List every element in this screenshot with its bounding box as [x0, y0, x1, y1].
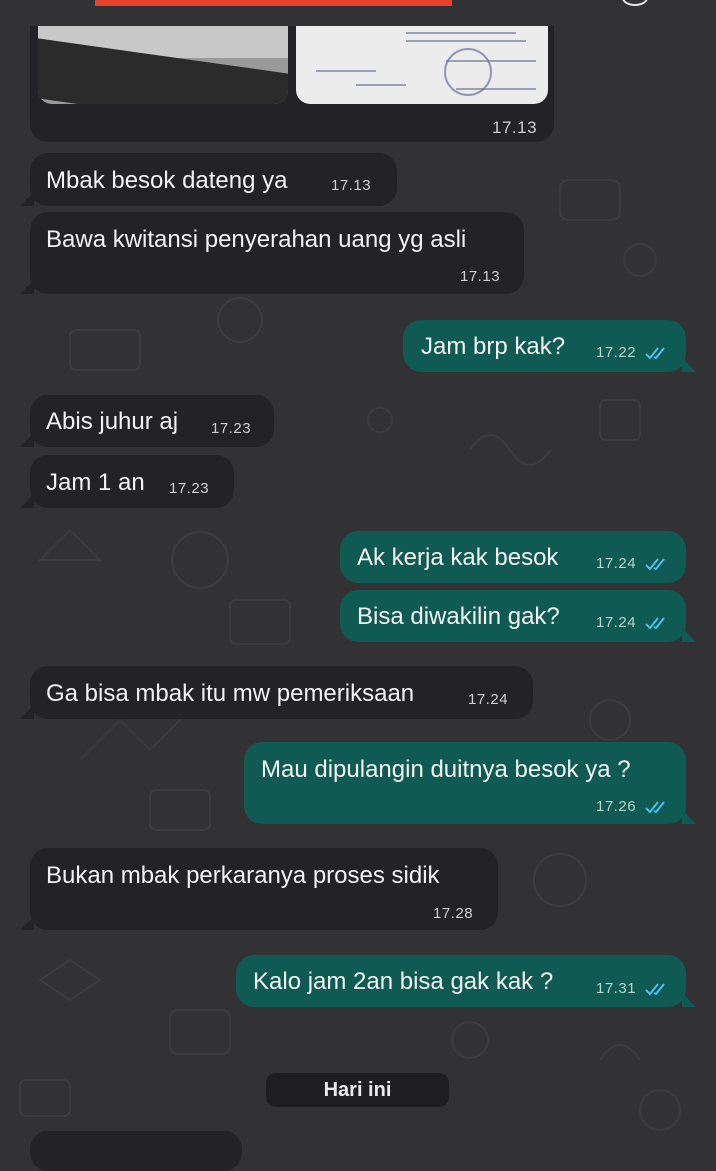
message-time: 17.23: [211, 420, 252, 437]
double-check-icon: [645, 347, 665, 360]
message-text: Kalo jam 2an bisa gak kak ?: [253, 968, 554, 995]
double-check-icon: [645, 617, 665, 630]
image-message-bubble[interactable]: 17.13: [30, 26, 554, 142]
incoming-message[interactable]: Mbak besok dateng ya 17.13: [20, 153, 397, 206]
incoming-message[interactable]: Bawa kwitansi penyerahan uang yg asli 17…: [20, 212, 524, 294]
double-check-icon: [645, 801, 665, 814]
double-check-icon: [645, 558, 665, 571]
message-text: Bukan mbak perkaranya proses sidik: [46, 862, 440, 889]
message-text: Ga bisa mbak itu mw pemeriksaan: [46, 680, 415, 707]
message-text: Mau dipulangin duitnya besok ya ?: [261, 756, 631, 783]
message-time: 17.24: [596, 555, 637, 572]
incoming-message[interactable]: Bukan mbak perkaranya proses sidik 17.28: [20, 848, 498, 930]
message-time: 17.31: [596, 980, 637, 997]
message-time: 17.28: [433, 905, 474, 922]
message-time: 17.22: [596, 344, 637, 361]
top-status-bar: [0, 0, 716, 8]
message-time: 17.13: [460, 268, 501, 285]
message-text: Jam brp kak?: [421, 333, 566, 360]
message-time: 17.23: [169, 480, 210, 497]
date-separator: Hari ini: [266, 1073, 449, 1107]
message-time: 17.24: [596, 614, 637, 631]
message-text: Abis juhur aj: [46, 408, 179, 435]
incoming-message-partial[interactable]: [30, 1131, 242, 1171]
double-check-icon: [645, 983, 665, 996]
message-time: 17.24: [468, 691, 509, 708]
message-text: Bisa diwakilin gak?: [357, 603, 560, 630]
message-time: 17.13: [331, 177, 372, 194]
outgoing-message[interactable]: Bisa diwakilin gak? 17.24: [340, 590, 696, 642]
top-accent-bar: [95, 0, 452, 6]
incoming-message[interactable]: Ga bisa mbak itu mw pemeriksaan 17.24: [20, 666, 533, 719]
message-text: Mbak besok dateng ya: [46, 167, 288, 194]
outgoing-message[interactable]: Jam brp kak? 17.22: [403, 320, 696, 372]
message-text: Jam 1 an: [46, 469, 145, 496]
message-text: Ak kerja kak besok: [357, 544, 559, 571]
check-icon: [622, 0, 648, 6]
outgoing-message[interactable]: Mau dipulangin duitnya besok ya ? 17.26: [244, 742, 696, 824]
message-time: 17.13: [492, 118, 538, 137]
image-thumbnail-document[interactable]: [296, 26, 548, 104]
outgoing-message[interactable]: Ak kerja kak besok 17.24: [340, 531, 686, 583]
outgoing-message[interactable]: Kalo jam 2an bisa gak kak ? 17.31: [236, 955, 696, 1007]
message-text: Bawa kwitansi penyerahan uang yg asli: [46, 226, 467, 253]
incoming-message[interactable]: Abis juhur aj 17.23: [20, 395, 274, 447]
incoming-message[interactable]: Jam 1 an 17.23: [20, 455, 234, 508]
document-stamp: [444, 48, 492, 96]
message-time: 17.26: [596, 798, 637, 815]
image-thumbnail-photo[interactable]: [38, 26, 288, 104]
